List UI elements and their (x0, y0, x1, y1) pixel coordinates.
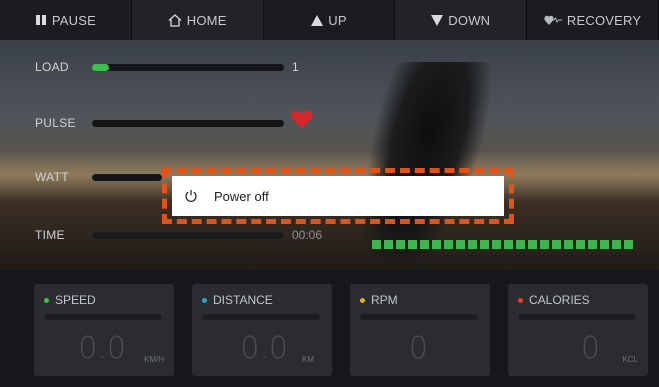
speed-bar (44, 314, 162, 320)
calories-value: 0 (580, 331, 600, 366)
triangle-up-icon (311, 14, 324, 26)
rpm-card: RPM 0 (350, 284, 490, 376)
pulse-label: PULSE (35, 116, 76, 130)
power-icon (185, 190, 197, 202)
pulse-bar (92, 120, 284, 127)
up-button[interactable]: UP (264, 0, 396, 40)
distance-title: DISTANCE (213, 293, 273, 307)
time-bar (92, 232, 284, 239)
distance-bar (202, 314, 320, 320)
watt-label: WATT (35, 170, 69, 184)
speed-dot (44, 297, 49, 303)
load-label: LOAD (35, 60, 69, 74)
home-button[interactable]: HOME (131, 0, 264, 40)
down-button[interactable]: DOWN (395, 0, 528, 40)
watt-bar (92, 174, 162, 181)
home-label: HOME (186, 12, 227, 28)
recovery-button[interactable]: RECOVERY (527, 0, 659, 40)
rpm-title: RPM (371, 293, 398, 307)
power-off-menu-item[interactable]: Power off (172, 176, 504, 216)
heart-rate-zone-grid (372, 240, 633, 249)
down-label: DOWN (448, 12, 491, 28)
rpm-bar (360, 314, 478, 320)
speed-card: SPEED 0.0 KM/H (34, 284, 174, 376)
calories-card: CALORIES 0 KCL (508, 284, 648, 376)
home-icon (168, 13, 182, 27)
pause-label: PAUSE (51, 12, 96, 28)
speed-value: 0.0 (78, 331, 126, 366)
distance-card: DISTANCE 0.0 KM (192, 284, 332, 376)
load-bar (92, 64, 284, 71)
speed-unit: KM/H (144, 355, 164, 364)
time-label: TIME (35, 228, 65, 242)
recovery-label: RECOVERY (566, 12, 642, 28)
pause-icon (35, 14, 47, 26)
calories-title: CALORIES (529, 293, 590, 307)
calories-bar (518, 314, 636, 320)
load-bar-fill (92, 64, 110, 71)
time-value: 00:06 (292, 228, 323, 242)
distance-dot (202, 297, 207, 303)
calories-dot (518, 297, 523, 303)
triangle-down-icon (431, 14, 444, 26)
popup-highlight-frame: Power off (162, 168, 514, 224)
top-nav: PAUSE HOME UP DOWN RECOVERY (0, 0, 659, 40)
rpm-value: 0 (408, 331, 428, 366)
calories-unit: KCL (622, 355, 638, 364)
speed-title: SPEED (55, 293, 96, 307)
distance-value: 0.0 (240, 331, 288, 366)
distance-unit: KM (302, 355, 314, 364)
heart-icon (291, 110, 313, 128)
pause-button[interactable]: PAUSE (0, 0, 132, 40)
power-off-label: Power off (214, 188, 269, 204)
heart-pulse-icon (544, 15, 562, 26)
rpm-dot (360, 297, 365, 303)
up-label: UP (328, 12, 347, 28)
load-value: 1 (292, 60, 299, 74)
